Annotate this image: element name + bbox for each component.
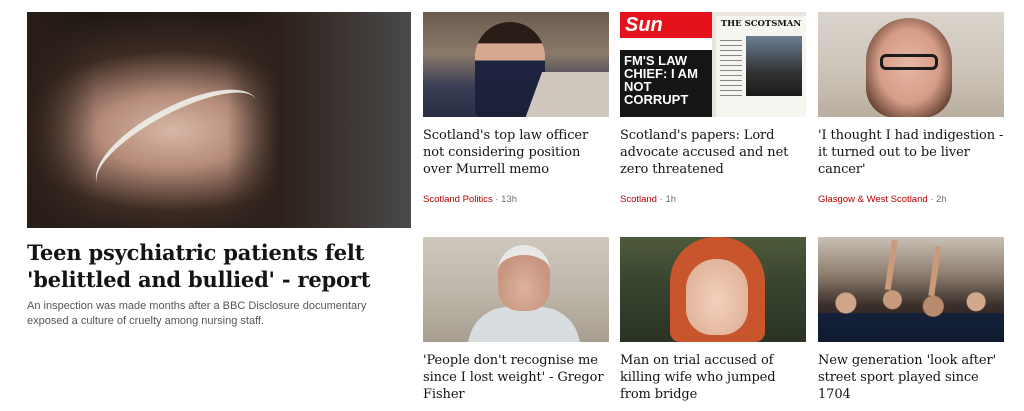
- lead-story-summary: An inspection was made months after a BB…: [27, 300, 367, 327]
- story-timestamp: 13h: [501, 194, 518, 205]
- story-topic-link[interactable]: Scotland Politics: [423, 194, 493, 205]
- sun-masthead: Sun: [620, 12, 712, 38]
- newspaper-scotsman: THE SCOTSMAN: [716, 16, 806, 117]
- story-image[interactable]: Sun FM'S LAW CHIEF: I AM NOT CORRUPT THE…: [620, 12, 806, 117]
- image-body: [468, 307, 580, 342]
- scotsman-masthead: THE SCOTSMAN: [720, 19, 802, 29]
- lead-story[interactable]: Teen psychiatric patients felt 'belittle…: [27, 12, 411, 329]
- scotsman-photo: [746, 36, 802, 96]
- lead-story-image[interactable]: [27, 12, 411, 228]
- story-topic-link[interactable]: Scotland: [620, 194, 657, 205]
- story-meta: Scotland Politics · 13h: [423, 194, 517, 205]
- story-card[interactable]: Scotland's top law officer not consideri…: [423, 12, 609, 205]
- story-image[interactable]: [423, 12, 609, 117]
- image-glasses: [880, 54, 938, 70]
- story-card[interactable]: Sun FM'S LAW CHIEF: I AM NOT CORRUPT THE…: [620, 12, 806, 205]
- story-meta: Scotland · 1h: [620, 194, 676, 205]
- image-crowd: [818, 277, 1004, 342]
- scotsman-text-lines: [720, 40, 742, 100]
- story-image[interactable]: [818, 237, 1004, 342]
- story-image[interactable]: [620, 237, 806, 342]
- story-card[interactable]: Man on trial accused of killing wife who…: [620, 237, 806, 403]
- story-title[interactable]: Scotland's top law officer not consideri…: [423, 127, 609, 178]
- story-timestamp: 1h: [665, 194, 677, 205]
- lead-story-title[interactable]: Teen psychiatric patients felt 'belittle…: [27, 239, 411, 293]
- story-title[interactable]: Scotland's papers: Lord advocate accused…: [620, 127, 806, 178]
- story-timestamp: 2h: [936, 194, 947, 205]
- story-card[interactable]: 'People don't recognise me since I lost …: [423, 237, 609, 403]
- story-title[interactable]: 'I thought I had indigestion - it turned…: [818, 127, 1004, 178]
- story-title[interactable]: 'People don't recognise me since I lost …: [423, 352, 609, 403]
- story-title[interactable]: New generation 'look after' street sport…: [818, 352, 1004, 403]
- newspaper-sun: Sun FM'S LAW CHIEF: I AM NOT CORRUPT: [620, 12, 712, 117]
- image-face: [686, 259, 748, 335]
- story-topic-link[interactable]: Glasgow & West Scotland: [818, 194, 928, 205]
- story-meta: Glasgow & West Scotland · 2h: [818, 194, 947, 205]
- story-image[interactable]: [818, 12, 1004, 117]
- story-title[interactable]: Man on trial accused of killing wife who…: [620, 352, 806, 403]
- meta-separator: ·: [659, 194, 663, 205]
- story-card[interactable]: 'I thought I had indigestion - it turned…: [818, 12, 1004, 205]
- meta-separator: ·: [495, 194, 499, 205]
- meta-separator: ·: [930, 194, 934, 205]
- sun-headline: FM'S LAW CHIEF: I AM NOT CORRUPT: [620, 50, 712, 117]
- story-card[interactable]: New generation 'look after' street sport…: [818, 237, 1004, 403]
- image-head: [498, 245, 550, 311]
- story-image[interactable]: [423, 237, 609, 342]
